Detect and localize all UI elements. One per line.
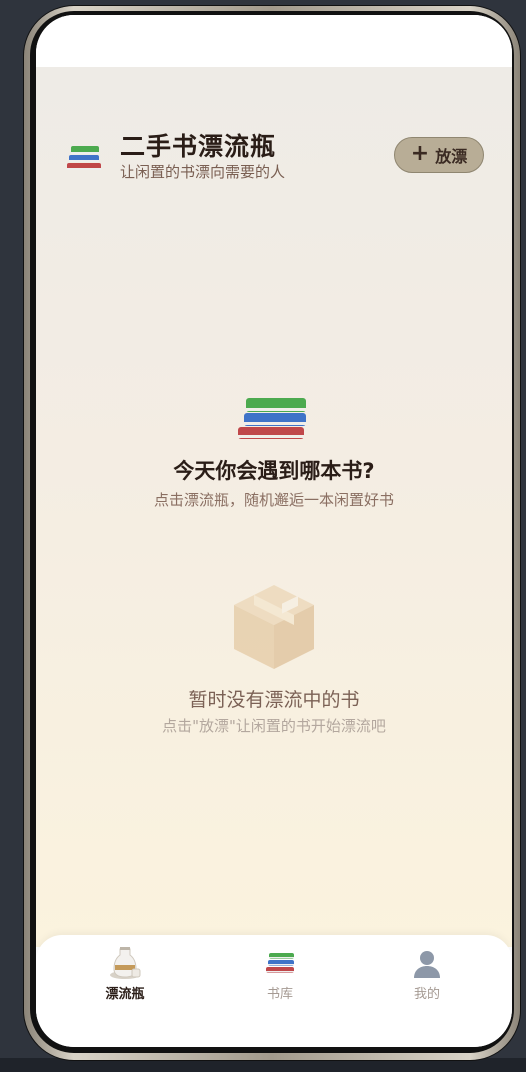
user-silhouette-icon <box>372 945 482 981</box>
tab-label: 我的 <box>413 987 440 1002</box>
tab-label: 书库 <box>266 987 293 1002</box>
empty-state-title: 暂时没有漂流中的书 <box>188 689 360 711</box>
bottom-strip <box>0 1058 526 1072</box>
prompt-title: 今天你会遇到哪本书? <box>173 459 375 483</box>
books-icon <box>64 143 104 173</box>
release-button[interactable]: + 放漂 <box>394 137 484 173</box>
empty-state-subtitle: 点击"放漂"让闲置的书开始漂流吧 <box>162 717 386 735</box>
sake-bottle-icon <box>70 945 180 981</box>
release-button-label: 放漂 <box>435 147 468 166</box>
app-subtitle: 让闲置的书漂向需要的人 <box>120 163 286 181</box>
tab-bar: 漂流瓶 书库 我的 <box>36 935 512 1047</box>
books-icon[interactable] <box>236 395 312 445</box>
package-box-icon <box>226 577 322 673</box>
prompt-subtitle: 点击漂流瓶，随机邂逅一本闲置好书 <box>153 491 394 509</box>
app-title: 二手书漂流瓶 <box>120 132 277 161</box>
phone-screen: 二手书漂流瓶 让闲置的书漂向需要的人 + 放漂 今天你会遇到哪本书? 点击漂流瓶… <box>36 15 512 1047</box>
tab-drift-bottle[interactable]: 漂流瓶 <box>70 945 180 1005</box>
books-icon <box>225 945 335 981</box>
device-backdrop: 二手书漂流瓶 让闲置的书漂向需要的人 + 放漂 今天你会遇到哪本书? 点击漂流瓶… <box>0 0 526 1072</box>
status-bar-area <box>36 15 512 67</box>
tab-profile[interactable]: 我的 <box>372 945 482 1005</box>
plus-icon: + <box>410 141 430 166</box>
tab-label: 漂流瓶 <box>105 987 145 1002</box>
tab-library[interactable]: 书库 <box>225 945 335 1005</box>
